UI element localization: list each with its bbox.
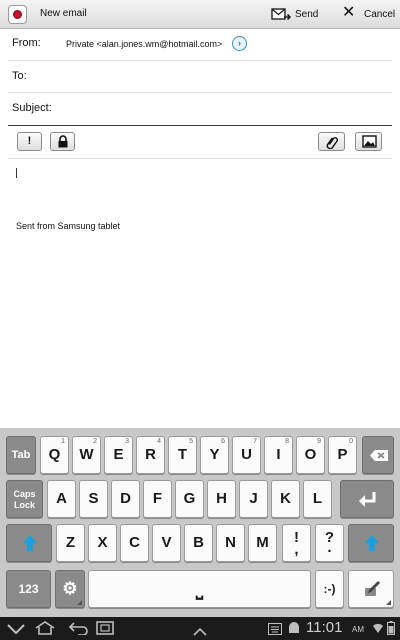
key-l[interactable]: L xyxy=(303,480,332,518)
divider xyxy=(8,158,392,159)
divider xyxy=(8,60,392,61)
key-backspace[interactable] xyxy=(362,436,394,474)
key-t[interactable]: T5 xyxy=(168,436,197,474)
cancel-button[interactable]: ✕ Cancel xyxy=(336,0,398,29)
key-n[interactable]: N xyxy=(216,524,245,562)
shift-icon xyxy=(365,535,379,551)
key-f[interactable]: F xyxy=(143,480,172,518)
chevron-right-icon[interactable]: › xyxy=(232,36,247,51)
hide-keyboard-icon[interactable] xyxy=(6,622,26,640)
key-space[interactable]: ⎵ xyxy=(88,570,311,608)
key-x[interactable]: X xyxy=(88,524,117,562)
key-e[interactable]: E3 xyxy=(104,436,133,474)
key-q[interactable]: Q1 xyxy=(40,436,69,474)
on-screen-keyboard: Tab Q1 W2 E3 R4 T5 Y6 U7 I8 O9 P0 Caps Lo… xyxy=(0,428,400,617)
key-d[interactable]: D xyxy=(111,480,140,518)
space-icon: ⎵ xyxy=(195,579,204,599)
divider xyxy=(8,125,392,126)
key-w[interactable]: W2 xyxy=(72,436,101,474)
recent-apps-icon[interactable] xyxy=(96,621,114,640)
shift-icon xyxy=(23,535,37,551)
key-question-period[interactable]: ? . xyxy=(315,524,344,562)
key-shift-left[interactable] xyxy=(6,524,52,562)
attach-button[interactable] xyxy=(318,132,345,151)
security-button[interactable] xyxy=(50,132,75,151)
key-i[interactable]: I8 xyxy=(264,436,293,474)
back-icon[interactable] xyxy=(68,621,90,640)
email-body-input[interactable] xyxy=(8,160,392,422)
key-settings[interactable]: ⚙ xyxy=(55,570,85,608)
key-r[interactable]: R4 xyxy=(136,436,165,474)
key-z[interactable]: Z xyxy=(56,524,85,562)
key-p[interactable]: P0 xyxy=(328,436,357,474)
text-cursor xyxy=(16,168,17,178)
key-tab[interactable]: Tab xyxy=(6,436,36,474)
screen-title: New email xyxy=(40,8,87,19)
keyboard-notification-icon xyxy=(268,622,282,640)
handwriting-icon xyxy=(365,581,380,596)
priority-icon: ! xyxy=(27,135,32,147)
attach-icon xyxy=(326,137,338,149)
key-j[interactable]: J xyxy=(239,480,268,518)
to-label: To: xyxy=(12,70,27,82)
chevron-up-icon[interactable] xyxy=(193,623,207,640)
from-account-selector[interactable]: Private <alan.jones.wm@hotmail.com> xyxy=(66,39,222,49)
status-ampm: AM xyxy=(352,625,364,634)
key-c[interactable]: C xyxy=(120,524,149,562)
key-v[interactable]: V xyxy=(152,524,181,562)
android-debug-icon xyxy=(288,621,300,640)
cancel-label: Cancel xyxy=(364,9,396,20)
subject-input[interactable] xyxy=(60,95,392,123)
home-icon[interactable] xyxy=(34,621,56,640)
battery-icon xyxy=(387,621,395,640)
insert-image-button[interactable] xyxy=(355,132,382,151)
to-input[interactable] xyxy=(60,64,392,92)
key-enter[interactable] xyxy=(340,480,394,518)
send-button[interactable]: Send xyxy=(268,0,324,29)
close-icon: ✕ xyxy=(342,4,356,21)
key-y[interactable]: Y6 xyxy=(200,436,229,474)
backspace-icon xyxy=(370,450,388,461)
status-time: 11:01 xyxy=(306,619,343,636)
key-o[interactable]: O9 xyxy=(296,436,325,474)
wifi-icon xyxy=(372,621,384,640)
key-caps-lock[interactable]: Caps Lock xyxy=(6,480,43,518)
subject-label: Subject: xyxy=(12,102,52,114)
key-numbers[interactable]: 123 xyxy=(6,570,51,608)
key-a[interactable]: A xyxy=(47,480,76,518)
key-s[interactable]: S xyxy=(79,480,108,518)
image-icon xyxy=(362,135,377,148)
key-h[interactable]: H xyxy=(207,480,236,518)
enter-icon xyxy=(359,492,376,507)
send-icon xyxy=(271,8,291,21)
key-g[interactable]: G xyxy=(175,480,204,518)
system-navigation-bar: 11:01 AM xyxy=(0,617,400,640)
key-b[interactable]: B xyxy=(184,524,213,562)
key-shift-right[interactable] xyxy=(348,524,394,562)
key-handwriting[interactable] xyxy=(348,570,394,608)
from-label: From: xyxy=(12,37,41,49)
key-m[interactable]: M xyxy=(248,524,277,562)
email-app-icon[interactable] xyxy=(8,5,27,24)
key-k[interactable]: K xyxy=(271,480,300,518)
key-emoticon[interactable]: :-) xyxy=(315,570,344,608)
lock-icon xyxy=(58,135,68,148)
key-u[interactable]: U7 xyxy=(232,436,261,474)
action-bar: New email Send ✕ Cancel xyxy=(0,0,400,29)
send-label: Send xyxy=(295,9,319,20)
email-signature: Sent from Samsung tablet xyxy=(16,221,121,231)
divider xyxy=(8,92,392,93)
key-exclamation-comma[interactable]: ! , xyxy=(282,524,311,562)
priority-button[interactable]: ! xyxy=(17,132,42,151)
